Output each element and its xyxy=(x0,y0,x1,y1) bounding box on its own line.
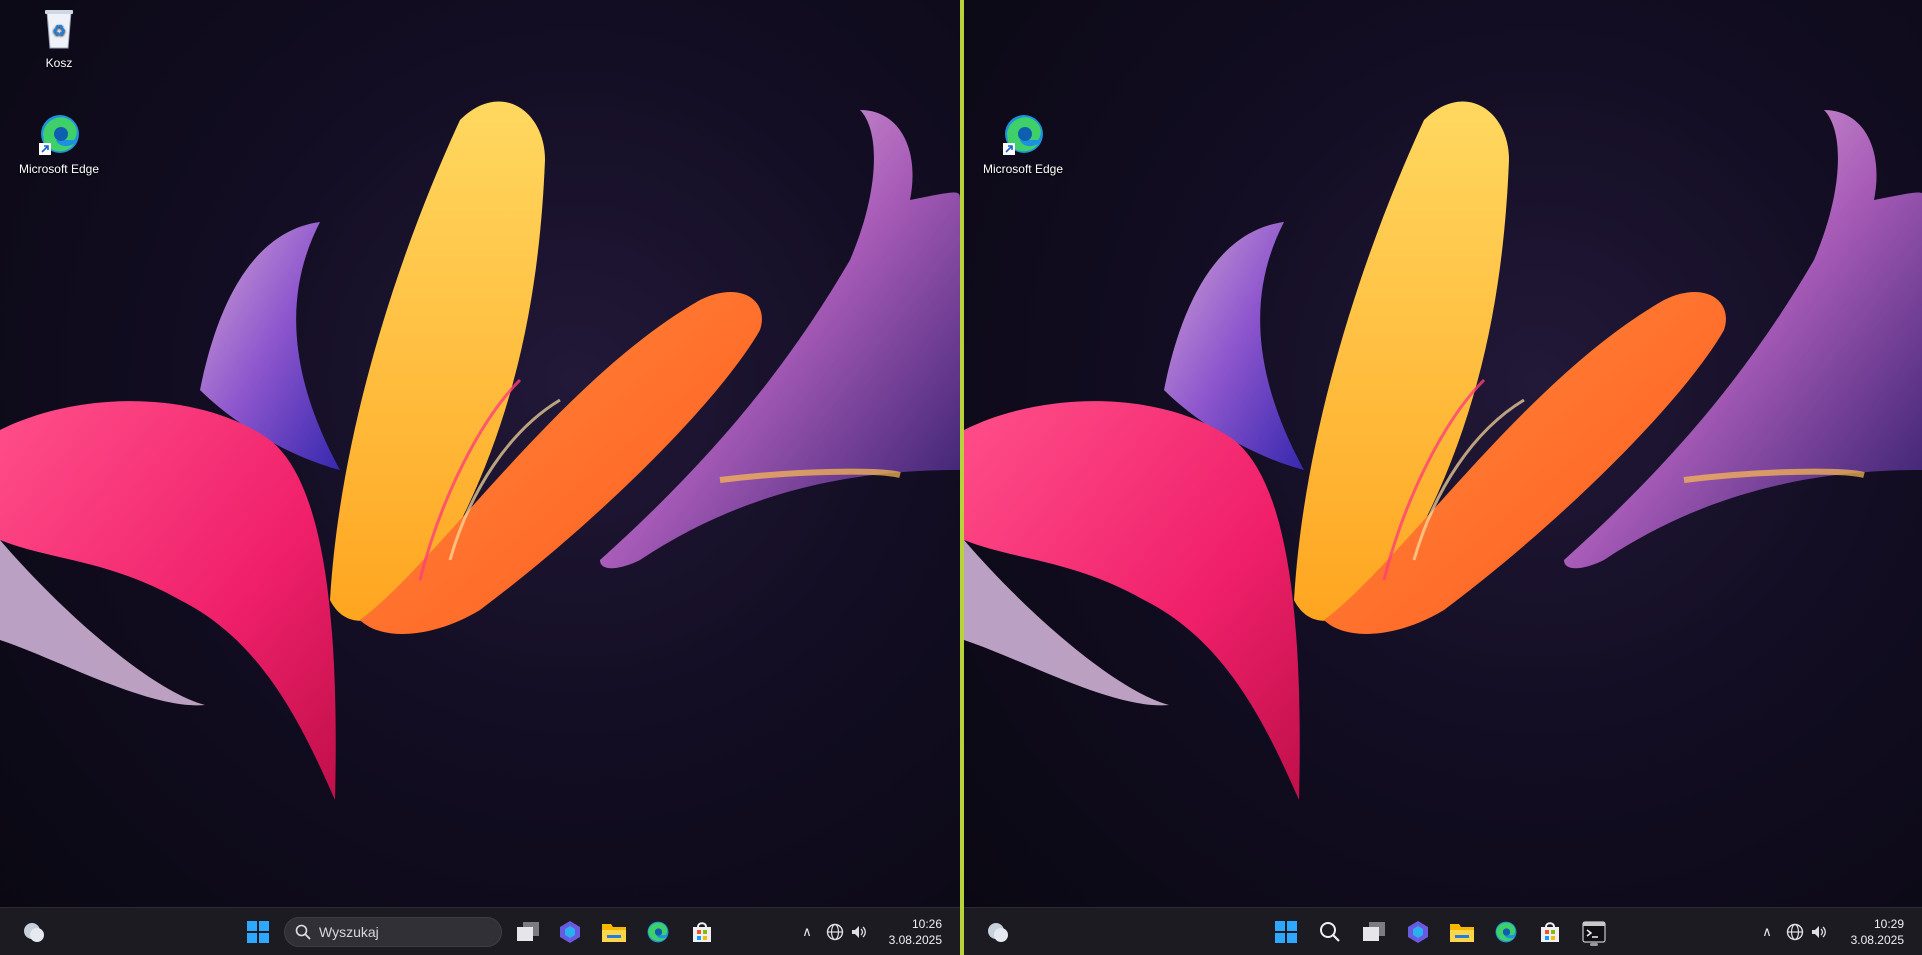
copilot-button[interactable] xyxy=(554,916,586,948)
weather-widget[interactable] xyxy=(982,916,1014,948)
search-button[interactable] xyxy=(1314,916,1346,948)
weather-icon xyxy=(24,923,44,942)
store-icon xyxy=(693,922,711,942)
clock[interactable]: 10:26 3.08.2025 xyxy=(889,916,942,948)
desktop-icon-recycle-bin[interactable]: ♻ Kosz xyxy=(14,6,104,70)
store-icon xyxy=(1541,922,1559,942)
edge-icon xyxy=(1495,921,1517,943)
edge-taskbar-button[interactable] xyxy=(642,916,674,948)
task-view-icon xyxy=(517,922,539,941)
terminal-icon xyxy=(1582,921,1606,943)
task-view-button[interactable] xyxy=(1358,916,1390,948)
clock-date: 3.08.2025 xyxy=(888,933,942,947)
network-icon[interactable] xyxy=(826,923,844,941)
chevron-up-icon[interactable]: ∧ xyxy=(1758,924,1776,940)
chevron-up-icon[interactable]: ∧ xyxy=(798,924,816,940)
weather-icon xyxy=(988,923,1008,942)
volume-icon[interactable] xyxy=(1810,923,1828,941)
search-icon xyxy=(1320,922,1340,942)
task-view-button[interactable] xyxy=(512,916,544,948)
network-icon[interactable] xyxy=(1786,923,1804,941)
running-indicator xyxy=(1590,943,1598,946)
edge-icon xyxy=(647,921,669,943)
file-explorer-button[interactable] xyxy=(1446,916,1478,948)
start-icon xyxy=(247,921,269,943)
file-explorer-button[interactable] xyxy=(598,916,630,948)
taskbar: Wyszukaj ∧ 10:26 3.08.2025 xyxy=(0,907,960,955)
recycle-bin-icon: ♻ xyxy=(36,6,82,52)
desktop-icon-edge[interactable]: Microsoft Edge xyxy=(14,112,104,176)
desktop-icon-label: Microsoft Edge xyxy=(18,162,100,176)
volume-icon[interactable] xyxy=(850,923,868,941)
file-explorer-icon xyxy=(1450,924,1474,942)
edge-icon xyxy=(1000,112,1046,158)
copilot-icon xyxy=(1408,921,1428,943)
copilot-button[interactable] xyxy=(1402,916,1434,948)
edge-taskbar-button[interactable] xyxy=(1490,916,1522,948)
svg-text:♻: ♻ xyxy=(52,21,66,40)
file-explorer-icon xyxy=(602,924,626,942)
copilot-icon xyxy=(560,921,580,943)
terminal-button[interactable] xyxy=(1578,916,1610,948)
weather-widget[interactable] xyxy=(18,916,50,948)
desktop-icon-edge[interactable]: Microsoft Edge xyxy=(978,112,1068,176)
edge-icon xyxy=(36,112,82,158)
search-box[interactable]: Wyszukaj xyxy=(284,917,502,947)
desktop-icon-label: Kosz xyxy=(45,56,73,70)
search-icon xyxy=(295,924,311,940)
clock-time: 10:26 xyxy=(911,917,942,931)
left-monitor: ♻ Kosz Microsoft Edge Wyszukaj ∧ 10:26 3… xyxy=(0,0,960,955)
wallpaper xyxy=(0,101,960,800)
system-tray: ∧ xyxy=(1758,908,1828,955)
search-placeholder: Wyszukaj xyxy=(319,924,379,940)
desktop-icon-label: Microsoft Edge xyxy=(982,162,1064,176)
right-monitor: Microsoft Edge ∧ 10:29 3.08.2025 xyxy=(964,0,1922,955)
taskbar: ∧ 10:29 3.08.2025 xyxy=(964,907,1922,955)
clock[interactable]: 10:29 3.08.2025 xyxy=(1851,916,1904,948)
task-view-icon xyxy=(1363,922,1385,941)
store-button[interactable] xyxy=(686,916,718,948)
start-button[interactable] xyxy=(1270,916,1302,948)
clock-date: 3.08.2025 xyxy=(1850,933,1904,947)
clock-time: 10:29 xyxy=(1873,917,1904,931)
start-icon xyxy=(1275,921,1297,943)
system-tray: ∧ xyxy=(798,908,868,955)
wallpaper xyxy=(964,101,1922,800)
store-button[interactable] xyxy=(1534,916,1566,948)
start-button[interactable] xyxy=(242,916,274,948)
